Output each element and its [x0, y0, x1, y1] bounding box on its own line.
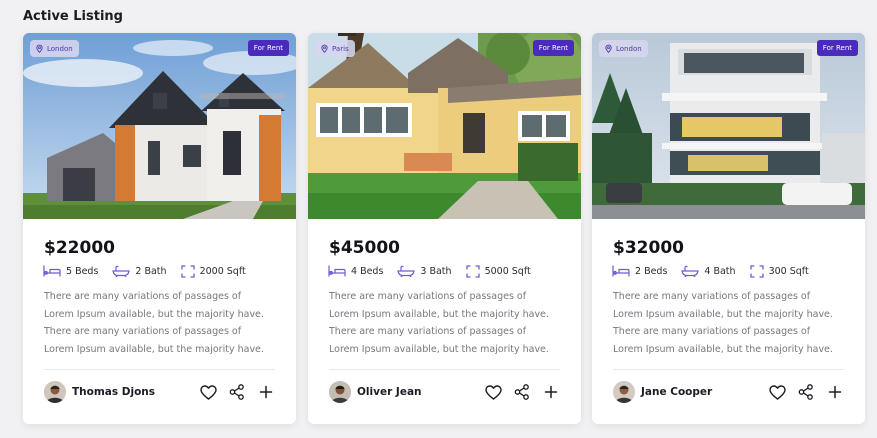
bed-icon: [612, 265, 630, 277]
baths-label: 3 Bath: [420, 265, 452, 277]
share-button[interactable]: [513, 383, 531, 401]
plus-icon: [544, 385, 558, 399]
agent-name[interactable]: Jane Cooper: [641, 386, 712, 398]
bathtub-icon: [681, 265, 700, 277]
location-chip: London: [599, 40, 648, 57]
listing-price: $32000: [613, 238, 684, 258]
favorite-button[interactable]: [199, 383, 217, 401]
map-pin-icon: [605, 44, 612, 53]
area-feature: 300 Sqft: [749, 264, 809, 278]
location-label: London: [47, 44, 73, 53]
area-label: 2000 Sqft: [199, 265, 246, 277]
description-line: Lorem Ipsum available, but the majority …: [329, 308, 549, 320]
heart-icon: [199, 384, 217, 400]
heart-icon: [768, 384, 786, 400]
area-label: 300 Sqft: [768, 265, 809, 277]
card-actions: [768, 383, 844, 401]
listing-price: $22000: [44, 238, 115, 258]
beds-label: 5 Beds: [66, 265, 99, 277]
description-line: There are many variations of passages of: [613, 291, 811, 302]
for-rent-badge: For Rent: [532, 40, 574, 56]
share-button[interactable]: [228, 383, 246, 401]
area-frame-icon: [465, 264, 480, 278]
feature-row: 4 Beds 3 Bath 5000 Sqft: [328, 263, 531, 279]
baths-feature: 2 Bath: [112, 265, 167, 277]
section-title: Active Listing: [23, 9, 123, 24]
baths-feature: 3 Bath: [397, 265, 452, 277]
agent-avatar[interactable]: [44, 381, 66, 403]
feature-row: 2 Beds 4 Bath 300 Sqft: [612, 263, 809, 279]
location-label: London: [616, 44, 642, 53]
description-line: Lorem Ipsum available, but the majority …: [44, 343, 264, 355]
agent-avatar[interactable]: [613, 381, 635, 403]
property-photo[interactable]: Paris For Rent: [308, 33, 581, 219]
area-feature: 5000 Sqft: [465, 264, 531, 278]
description-line: There are many variations of passages of: [329, 291, 527, 302]
beds-feature: 4 Beds: [328, 265, 383, 277]
card-divider: [329, 369, 560, 370]
for-rent-badge: For Rent: [816, 40, 858, 56]
location-chip: London: [30, 40, 79, 57]
description-line: There are many variations of passages of: [44, 291, 242, 302]
area-frame-icon: [180, 264, 195, 278]
beds-feature: 5 Beds: [43, 265, 98, 277]
share-icon: [229, 384, 244, 400]
bed-icon: [328, 265, 346, 277]
bed-icon: [43, 265, 61, 277]
feature-row: 5 Beds 2 Bath 2000 Sqft: [43, 263, 246, 279]
heart-icon: [484, 384, 502, 400]
description-line: There are many variations of passages of: [44, 326, 242, 337]
agent-avatar[interactable]: [329, 381, 351, 403]
card-actions: [199, 383, 275, 401]
share-icon: [514, 384, 529, 400]
description-line: Lorem Ipsum available, but the majority …: [613, 343, 833, 355]
plus-icon: [259, 385, 273, 399]
add-button[interactable]: [542, 383, 560, 401]
description-line: Lorem Ipsum available, but the majority …: [44, 308, 264, 320]
beds-feature: 2 Beds: [612, 265, 667, 277]
listing-card[interactable]: Paris For Rent $45000 4 Beds 3 Bath 5000…: [308, 33, 581, 424]
plus-icon: [828, 385, 842, 399]
bathtub-icon: [112, 265, 131, 277]
beds-label: 4 Beds: [351, 265, 384, 277]
property-photo[interactable]: London For Rent: [592, 33, 865, 219]
bathtub-icon: [397, 265, 416, 277]
beds-label: 2 Beds: [635, 265, 668, 277]
property-photo[interactable]: London For Rent: [23, 33, 296, 219]
card-divider: [44, 369, 275, 370]
listing-card[interactable]: London For Rent $32000 2 Beds 4 Bath 300…: [592, 33, 865, 424]
add-button[interactable]: [257, 383, 275, 401]
listing-description: There are many variations of passages of…: [44, 288, 284, 358]
location-chip: Paris: [315, 40, 355, 57]
add-button[interactable]: [826, 383, 844, 401]
map-pin-icon: [321, 44, 328, 53]
description-line: Lorem Ipsum available, but the majority …: [613, 308, 833, 320]
baths-label: 2 Bath: [135, 265, 167, 277]
listing-price: $45000: [329, 238, 400, 258]
area-frame-icon: [749, 264, 764, 278]
agent-name[interactable]: Thomas Djons: [72, 386, 155, 398]
for-rent-badge: For Rent: [247, 40, 289, 56]
location-label: Paris: [332, 44, 349, 53]
area-feature: 2000 Sqft: [180, 264, 246, 278]
listing-description: There are many variations of passages of…: [329, 288, 569, 358]
map-pin-icon: [36, 44, 43, 53]
favorite-button[interactable]: [768, 383, 786, 401]
agent-name[interactable]: Oliver Jean: [357, 386, 422, 398]
share-icon: [798, 384, 813, 400]
share-button[interactable]: [797, 383, 815, 401]
card-divider: [613, 369, 844, 370]
favorite-button[interactable]: [484, 383, 502, 401]
area-label: 5000 Sqft: [484, 265, 531, 277]
baths-label: 4 Bath: [704, 265, 736, 277]
description-line: Lorem Ipsum available, but the majority …: [329, 343, 549, 355]
description-line: There are many variations of passages of: [329, 326, 527, 337]
baths-feature: 4 Bath: [681, 265, 736, 277]
listing-card[interactable]: London For Rent $22000 5 Beds 2 Bath 200…: [23, 33, 296, 424]
card-actions: [484, 383, 560, 401]
description-line: There are many variations of passages of: [613, 326, 811, 337]
listing-description: There are many variations of passages of…: [613, 288, 853, 358]
